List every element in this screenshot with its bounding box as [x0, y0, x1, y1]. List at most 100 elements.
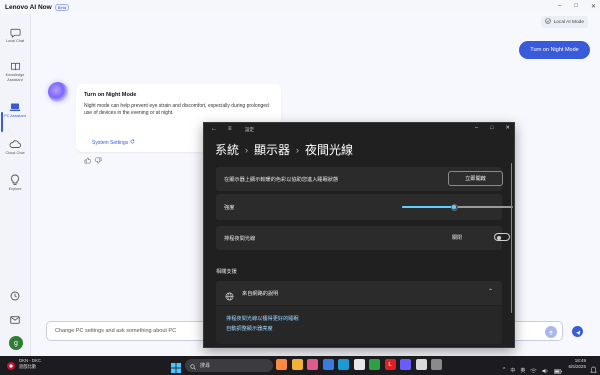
photos-icon[interactable] [307, 359, 318, 370]
window-controls: – □ ✕ [558, 3, 596, 10]
sports-icon [6, 358, 16, 375]
help-link-brightness[interactable]: 自動調整顯示器亮度 [226, 325, 273, 332]
system-settings-link[interactable]: System Settings [92, 139, 135, 146]
shield-check-icon [544, 18, 551, 26]
start-button[interactable] [171, 360, 181, 373]
strength-label: 強度 [224, 205, 235, 211]
notification-bell-icon[interactable] [590, 361, 597, 375]
widgets-icon[interactable] [276, 359, 287, 370]
strength-slider[interactable] [402, 203, 513, 211]
volume-icon[interactable] [542, 361, 549, 375]
help-links: 排程夜間光線以獲得更好的睡眠 自動調整顯示器亮度 [216, 306, 502, 344]
settings-maximize-button[interactable]: □ [490, 125, 493, 131]
close-button[interactable]: ✕ [591, 3, 596, 10]
beta-badge: Beta [54, 3, 69, 11]
search-icon [190, 357, 196, 375]
schedule-toggle[interactable] [494, 233, 510, 241]
apply-night-light-label: 在顯示器上顯示較暖的色彩以協助您進入睡眠狀態 [224, 177, 339, 183]
edge-icon[interactable] [338, 359, 349, 370]
app-title: Lenovo AI Now [5, 3, 52, 11]
feedback-buttons [84, 151, 102, 169]
nav-item-mail[interactable] [0, 314, 30, 326]
chevron-up-icon[interactable]: ⌃ [488, 288, 493, 295]
globe-icon [225, 288, 234, 306]
chevron-right-icon: › [245, 144, 249, 155]
lightbulb-icon [9, 174, 21, 186]
search-placeholder: 搜尋 [200, 363, 211, 369]
minimize-button[interactable]: – [558, 3, 561, 10]
settings-minimize-button[interactable]: – [475, 125, 478, 131]
nav-label: Local Chat [5, 39, 25, 43]
ai-now-icon[interactable] [400, 359, 411, 370]
thumbs-up-icon[interactable] [84, 151, 91, 169]
nav-label: Cloud Chat [5, 151, 25, 155]
chrome-icon[interactable] [353, 359, 365, 370]
settings-breadcrumb: 系統 › 顯示器 › 夜間光線 [215, 141, 353, 158]
help-from-web-label: 來自網路的說明 [242, 291, 279, 297]
windows-logo-icon [171, 363, 181, 373]
nav-item-pc-assistant[interactable]: PC Assistant [0, 101, 30, 119]
send-button[interactable] [545, 326, 557, 338]
app-icon[interactable] [415, 359, 427, 370]
ai-avatar-icon [48, 82, 68, 102]
laptop-icon [9, 101, 21, 113]
mail-icon [9, 314, 21, 326]
strength-row: 強度 [216, 194, 513, 220]
settings-window-controls: – □ ✕ [475, 125, 510, 131]
help-link-schedule[interactable]: 排程夜間光線以獲得更好的睡眠 [226, 315, 299, 322]
nav-label: Explore [8, 187, 22, 191]
history-icon [9, 290, 21, 302]
system-tray: ^ 中 英 [503, 361, 563, 375]
related-support-title: 相關支援 [216, 269, 237, 275]
weather-desc: 遊戲比數 [19, 363, 37, 369]
ai-response-title: Turn on Night Mode [84, 92, 137, 98]
user-avatar[interactable]: g [9, 336, 23, 350]
strength-slider-thumb[interactable] [450, 203, 458, 211]
nav-item-history[interactable] [0, 290, 30, 302]
thumbs-down-icon[interactable] [95, 151, 102, 169]
quick-action-button[interactable] [572, 326, 583, 337]
send-plane-icon [575, 323, 581, 341]
breadcrumb-night-light: 夜間光線 [305, 143, 354, 157]
breadcrumb-display[interactable]: 顯示器 [254, 141, 290, 158]
lenovo-app-icon[interactable]: L [384, 359, 396, 370]
taskbar-search[interactable]: 搜尋 [185, 359, 273, 372]
local-ai-mode-label: Local AI Mode [553, 19, 584, 25]
file-explorer-icon[interactable] [291, 359, 303, 370]
store-icon[interactable] [322, 359, 334, 370]
settings-icon[interactable] [431, 359, 442, 370]
xbox-icon[interactable] [369, 359, 380, 370]
weather-widget[interactable]: DKN - DKC 遊戲比數 [6, 358, 41, 375]
strength-slider-fill [402, 206, 455, 208]
book-icon [9, 60, 21, 72]
input-method-icon[interactable]: 中 [510, 367, 515, 374]
user-message-bubble: Turn on Night Mode [519, 41, 590, 59]
settings-close-button[interactable]: ✕ [505, 125, 510, 131]
nav-item-knowledge-assistant[interactable]: Knowledge Assistant [0, 60, 30, 82]
nav-item-cloud-chat[interactable]: Cloud Chat [0, 138, 30, 156]
help-from-web-header[interactable]: 來自網路的說明 ⌃ [216, 281, 502, 305]
nav-item-local-chat[interactable]: Local Chat [0, 26, 30, 44]
turn-on-now-button[interactable]: 立即開啟 [448, 171, 503, 186]
settings-app-title: 設定 [245, 127, 254, 132]
show-hidden-icons[interactable]: ^ [503, 367, 505, 373]
settings-titlebar: ← ≡ 設定 – □ ✕ [204, 123, 514, 137]
local-ai-mode-toggle[interactable]: Local AI Mode [540, 16, 588, 28]
chevron-right-icon: › [296, 144, 300, 155]
hamburger-menu-icon[interactable]: ≡ [228, 126, 232, 132]
language-icon[interactable]: 英 [520, 367, 525, 374]
wifi-icon[interactable] [530, 361, 538, 375]
nav-item-explore[interactable]: Explore [0, 174, 30, 192]
breadcrumb-system[interactable]: 系統 [215, 141, 239, 158]
settings-scrollbar[interactable] [510, 163, 512, 313]
taskbar-clock[interactable]: 18:49 6/5/2025 [558, 358, 586, 370]
system-settings-label: System Settings [92, 139, 129, 146]
back-arrow-icon[interactable]: ← [211, 126, 217, 132]
nav-label: PC Assistant [4, 114, 26, 118]
schedule-night-light-row[interactable]: 排程夜間光線 關閉 [216, 226, 510, 250]
refresh-icon [130, 139, 135, 146]
schedule-night-light-label: 排程夜間光線 [224, 236, 256, 242]
arrow-up-icon [548, 323, 554, 341]
maximize-button[interactable]: □ [574, 3, 578, 10]
weather-temp: DKN - DKC [19, 358, 41, 363]
